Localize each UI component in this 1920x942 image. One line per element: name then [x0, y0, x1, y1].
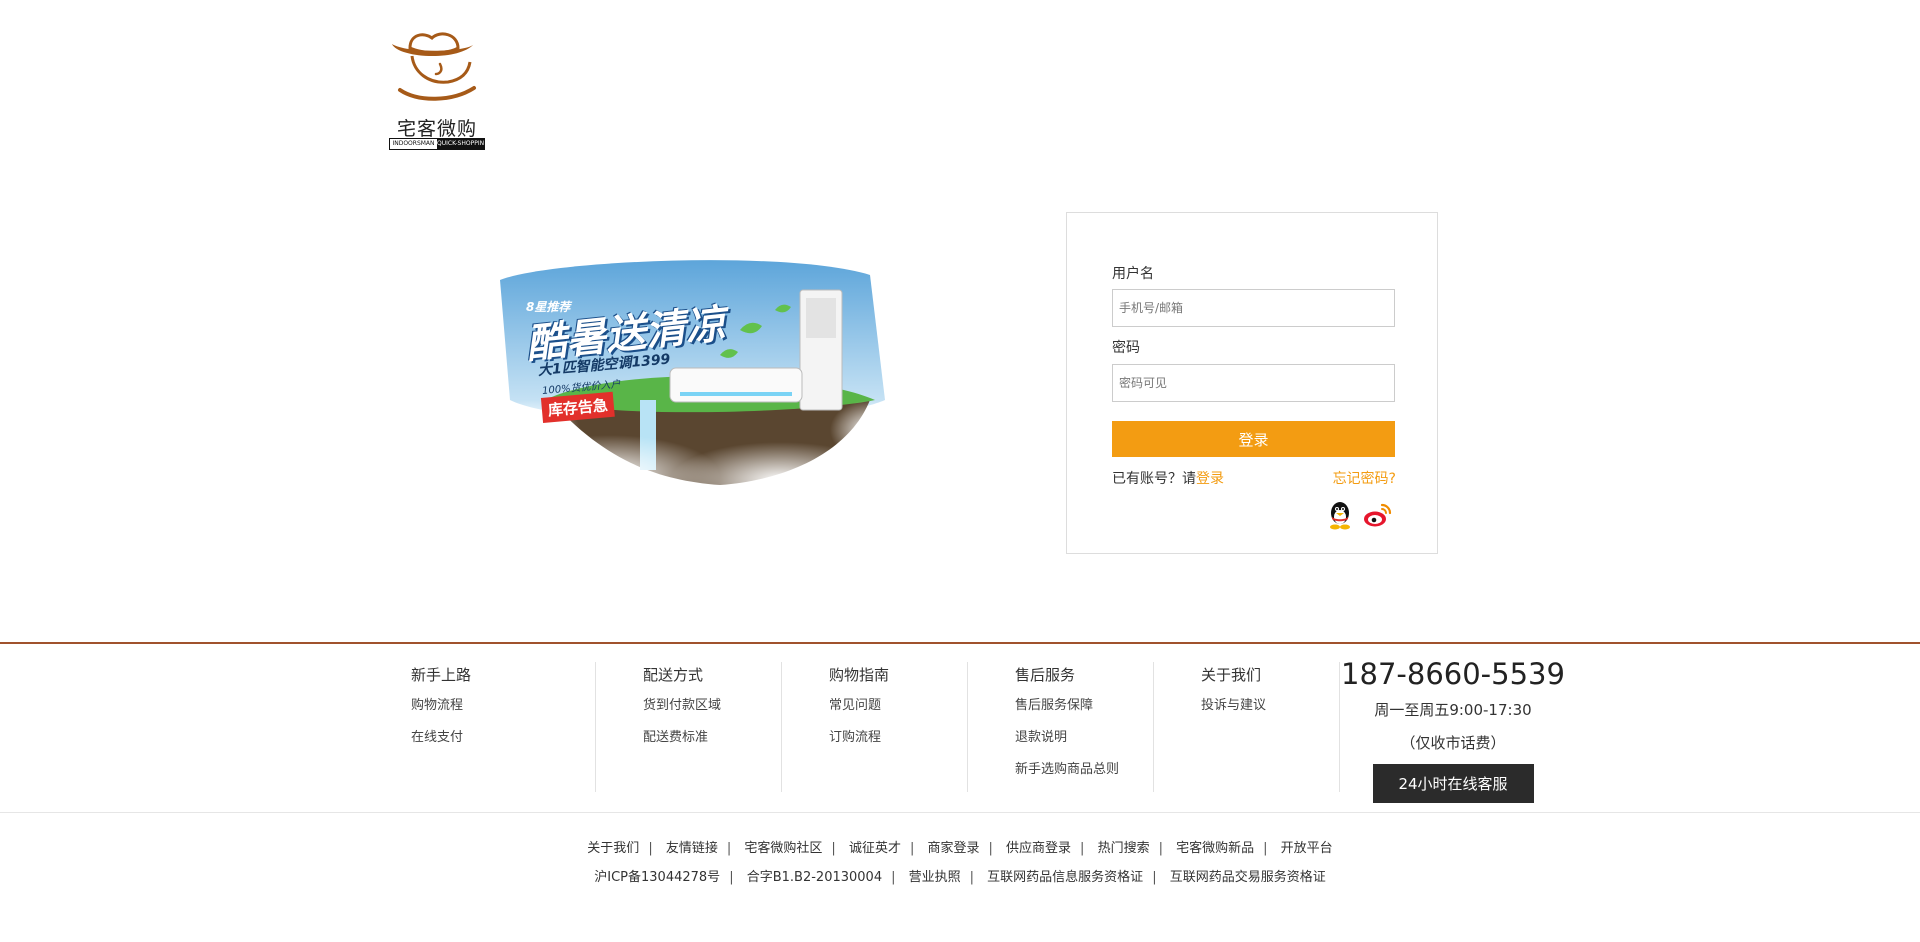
- site-logo[interactable]: 宅客微购 INDOORSMAN QUICK-SHOPPING: [388, 28, 486, 152]
- footer-link[interactable]: 购物流程: [411, 690, 595, 722]
- footer-link[interactable]: 售后服务保障: [1015, 690, 1153, 722]
- customer-hotline: 187-8660-5539 周一至周五9:00-17:30 （仅收市话费） 24…: [1290, 654, 1616, 803]
- password-label: 密码: [1112, 340, 1140, 356]
- footer-col-title: 新手上路: [411, 666, 472, 684]
- have-account-login-link[interactable]: 登录: [1196, 471, 1224, 487]
- footer-bottom-link[interactable]: 商家登录: [927, 841, 979, 856]
- license-item[interactable]: 营业执照: [909, 870, 961, 885]
- forgot-password-link[interactable]: 忘记密码?: [1333, 468, 1396, 488]
- online-service-button[interactable]: 24小时在线客服: [1372, 764, 1534, 803]
- footer-licenses-row: 沪ICP备13044278号 | 合字B1.B2-20130004 | 营业执照 | …: [594, 870, 1326, 885]
- footer-col-title: 售后服务: [1015, 666, 1076, 684]
- have-account-prompt: 已有账号？请: [1112, 471, 1196, 487]
- footer-link[interactable]: 配送费标准: [643, 722, 781, 754]
- license-item[interactable]: 互联网药品信息服务资格证: [987, 870, 1143, 885]
- footer-col-delivery: 配送方式 货到付款区域 配送费标准: [596, 662, 782, 792]
- footer-col-title: 配送方式: [643, 666, 704, 684]
- footer-col-title: 购物指南: [829, 666, 890, 684]
- promo-banner[interactable]: 8星推荐 酷暑送清凉 大1匹智能空调1399 100%货优价入户 库存告急: [480, 250, 910, 520]
- logo-text-cn: 宅客微购: [396, 118, 477, 140]
- hotline-hours: 周一至周五9:00-17:30: [1374, 701, 1532, 719]
- cowboy-hat-face-icon: [392, 32, 476, 101]
- footer-divider: [0, 642, 1920, 644]
- hotline-note: （仅收市话费）: [1400, 734, 1506, 752]
- license-item[interactable]: 互联网药品交易服务资格证: [1170, 870, 1326, 885]
- login-panel: 用户名 密码 登录 已有账号？请登录 忘记密码?: [1066, 212, 1438, 554]
- footer-links-row: 关于我们 | 友情链接 | 宅客微购社区 | 诚征英才 | 商家登录 | 供应商登录 | 热…: [587, 841, 1333, 856]
- footer-link[interactable]: 常见问题: [829, 690, 967, 722]
- weibo-icon[interactable]: [1363, 500, 1393, 530]
- username-label: 用户名: [1112, 266, 1154, 282]
- footer-bottom-link[interactable]: 宅客微购新品: [1176, 841, 1254, 856]
- logo-en-right: QUICK-SHOPPING: [437, 139, 484, 149]
- logo-en-left: INDOORSMAN: [390, 139, 437, 149]
- footer-link[interactable]: 退款说明: [1015, 722, 1153, 754]
- qq-icon[interactable]: [1325, 500, 1355, 530]
- license-item[interactable]: 沪ICP备13044278号: [594, 870, 720, 885]
- license-item[interactable]: 合字B1.B2-20130004: [747, 870, 882, 885]
- footer-link[interactable]: 订购流程: [829, 722, 967, 754]
- footer-bottom-link[interactable]: 关于我们: [587, 841, 639, 856]
- footer-bottom-link[interactable]: 热门搜索: [1098, 841, 1150, 856]
- footer-divider-light: [0, 812, 1920, 813]
- footer-link[interactable]: 货到付款区域: [643, 690, 781, 722]
- password-input[interactable]: [1112, 364, 1395, 402]
- hotline-phone: 187-8660-5539: [1341, 657, 1565, 691]
- logo-text-en: INDOORSMAN QUICK-SHOPPING: [389, 138, 485, 150]
- username-input[interactable]: [1112, 289, 1395, 327]
- footer-col-aftersale: 售后服务 售后服务保障 退款说明 新手选购商品总则: [968, 662, 1154, 792]
- footer-bottom-link[interactable]: 诚征英才: [849, 841, 901, 856]
- have-account-text: 已有账号？请登录: [1112, 468, 1224, 488]
- footer-bottom-link[interactable]: 开放平台: [1281, 841, 1333, 856]
- footer-link[interactable]: 在线支付: [411, 722, 595, 754]
- social-login: [1325, 500, 1393, 530]
- footer-bottom-link[interactable]: 宅客微购社区: [744, 841, 822, 856]
- footer-bottom-link[interactable]: 友情链接: [666, 841, 718, 856]
- footer-columns: 新手上路 购物流程 在线支付 配送方式 货到付款区域 配送费标准 购物指南 常见…: [410, 662, 1340, 792]
- footer-col-guide: 购物指南 常见问题 订购流程: [782, 662, 968, 792]
- footer-link[interactable]: 新手选购商品总则: [1015, 754, 1153, 786]
- login-button[interactable]: 登录: [1112, 421, 1395, 457]
- footer-col-newbie: 新手上路 购物流程 在线支付: [410, 662, 596, 792]
- footer-bottom-link[interactable]: 供应商登录: [1006, 841, 1071, 856]
